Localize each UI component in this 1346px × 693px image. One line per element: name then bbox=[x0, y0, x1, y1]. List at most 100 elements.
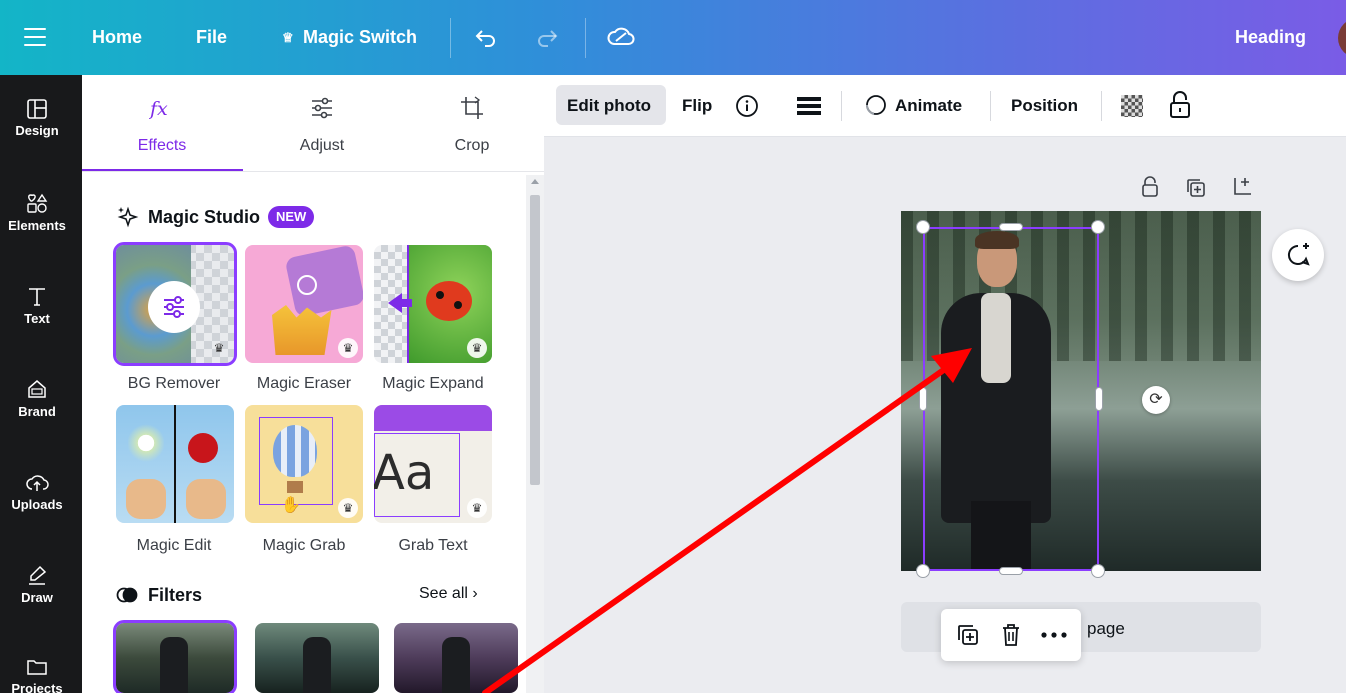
hand-image bbox=[186, 479, 226, 519]
position-button[interactable]: Position bbox=[1011, 75, 1078, 137]
rail-item-text[interactable]: Text bbox=[0, 285, 74, 326]
crown-icon: ♛ bbox=[338, 498, 358, 518]
crown-icon: ♛ bbox=[338, 338, 358, 358]
rail-item-projects[interactable]: Projects bbox=[0, 657, 74, 693]
hand-image bbox=[126, 479, 166, 519]
new-badge: NEW bbox=[268, 206, 315, 228]
resize-handle-left[interactable] bbox=[919, 387, 927, 411]
cloud-upload-icon bbox=[26, 475, 49, 491]
resize-handle-tl[interactable] bbox=[916, 220, 930, 234]
crown-icon: ♕ bbox=[282, 30, 294, 45]
resize-handle-bottom[interactable] bbox=[999, 567, 1023, 575]
fx-icon: fx bbox=[149, 98, 168, 120]
filter-thumbnail[interactable] bbox=[394, 623, 518, 693]
tab-label: Crop bbox=[454, 137, 490, 154]
panel-scrollbar[interactable] bbox=[526, 175, 544, 693]
add-page-icon[interactable] bbox=[1233, 176, 1253, 196]
comment-plus-icon bbox=[1287, 243, 1310, 266]
tile-image bbox=[284, 245, 363, 318]
rail-label: Brand bbox=[18, 404, 56, 419]
divider bbox=[990, 91, 991, 121]
draw-icon bbox=[29, 565, 47, 585]
ladybug-spot bbox=[454, 301, 462, 309]
rail-item-draw[interactable]: Draw bbox=[0, 564, 74, 605]
crown-icon: ♛ bbox=[467, 498, 487, 518]
grab-text-tool[interactable]: Aa ♛ bbox=[374, 405, 492, 523]
svg-text:fx: fx bbox=[149, 98, 168, 120]
rotate-icon[interactable]: ⟳ bbox=[1142, 386, 1170, 414]
magic-expand-tool[interactable]: ♛ bbox=[374, 245, 492, 363]
undo-icon[interactable] bbox=[474, 26, 498, 50]
spacing-icon[interactable] bbox=[797, 96, 821, 116]
lock-page-icon[interactable] bbox=[1141, 176, 1159, 198]
info-icon[interactable] bbox=[735, 94, 759, 118]
redo-icon[interactable] bbox=[535, 26, 559, 50]
tile-label: Magic Grab bbox=[262, 537, 346, 554]
scroll-thumb[interactable] bbox=[530, 195, 540, 485]
crown-icon: ♛ bbox=[467, 338, 487, 358]
file-menu[interactable]: File bbox=[196, 0, 227, 75]
bg-remover-tool[interactable]: ♛ bbox=[113, 242, 237, 366]
magic-eraser-tool[interactable]: ♛ bbox=[245, 245, 363, 363]
tab-crop[interactable]: Crop bbox=[392, 75, 552, 171]
magic-edit-tool[interactable] bbox=[116, 405, 234, 523]
person-image bbox=[303, 637, 331, 693]
lock-icon[interactable] bbox=[1169, 91, 1191, 119]
person-image bbox=[160, 637, 188, 693]
heading-title[interactable]: Heading bbox=[1235, 0, 1306, 75]
ladybug-image bbox=[426, 281, 472, 321]
divider bbox=[585, 18, 586, 58]
rail-item-elements[interactable]: Elements bbox=[0, 192, 74, 233]
folder-icon bbox=[27, 660, 47, 675]
eraser-cursor-icon bbox=[297, 275, 317, 295]
flip-button[interactable]: Flip bbox=[682, 75, 712, 137]
edit-photo-label: Edit photo bbox=[567, 96, 652, 115]
duplicate-page-icon[interactable] bbox=[1186, 178, 1206, 198]
rail-label: Elements bbox=[8, 218, 66, 233]
tab-adjust[interactable]: Adjust bbox=[242, 75, 402, 171]
divider bbox=[82, 171, 544, 172]
text-icon bbox=[29, 288, 45, 306]
trash-icon[interactable] bbox=[1001, 623, 1021, 647]
animate-label[interactable]: Animate bbox=[895, 75, 962, 137]
person-image bbox=[442, 637, 470, 693]
scroll-up-icon[interactable] bbox=[531, 179, 539, 184]
aa-glyph-icon: Aa bbox=[374, 445, 435, 501]
shapes-icon bbox=[27, 193, 48, 213]
sliders-icon bbox=[312, 97, 332, 119]
filter-thumbnail[interactable] bbox=[113, 620, 237, 693]
add-comment-button[interactable] bbox=[1272, 229, 1324, 281]
resize-handle-br[interactable] bbox=[1091, 564, 1105, 578]
avatar[interactable] bbox=[1338, 18, 1346, 58]
ladybug-spot bbox=[436, 291, 444, 299]
duplicate-icon[interactable] bbox=[957, 624, 979, 646]
tab-label: Effects bbox=[137, 137, 187, 154]
resize-handle-bl[interactable] bbox=[916, 564, 930, 578]
divider bbox=[841, 91, 842, 121]
hamburger-icon[interactable] bbox=[24, 28, 46, 46]
add-page-label[interactable]: page bbox=[1087, 619, 1125, 639]
filters-title: Filters bbox=[148, 585, 203, 605]
rail-label: Projects bbox=[11, 681, 63, 693]
resize-handle-right[interactable] bbox=[1095, 387, 1103, 411]
arrow-left-icon bbox=[388, 293, 402, 313]
home-menu[interactable]: Home bbox=[92, 0, 142, 75]
cloud-check-icon[interactable] bbox=[607, 24, 635, 50]
resize-handle-tr[interactable] bbox=[1091, 220, 1105, 234]
magic-switch-menu[interactable]: Magic Switch bbox=[303, 0, 417, 75]
rail-label: Uploads bbox=[11, 497, 63, 512]
rail-item-design[interactable]: Design bbox=[0, 99, 74, 138]
filter-thumbnail[interactable] bbox=[255, 623, 379, 693]
rail-item-uploads[interactable]: Uploads bbox=[0, 471, 74, 512]
transparency-icon[interactable] bbox=[1121, 95, 1143, 117]
magic-grab-tool[interactable]: ✋ ♛ bbox=[245, 405, 363, 523]
rail-item-brand[interactable]: Brand bbox=[0, 378, 74, 419]
rail-label: Text bbox=[24, 311, 50, 326]
animate-icon[interactable] bbox=[862, 94, 888, 118]
selection-box[interactable] bbox=[923, 227, 1099, 571]
see-all-link[interactable]: See all › bbox=[419, 585, 478, 603]
balloon-image bbox=[273, 425, 317, 477]
tab-effects[interactable]: fx Effects bbox=[82, 75, 242, 171]
resize-handle-top[interactable] bbox=[999, 223, 1023, 231]
more-options-icon[interactable] bbox=[1041, 632, 1067, 638]
